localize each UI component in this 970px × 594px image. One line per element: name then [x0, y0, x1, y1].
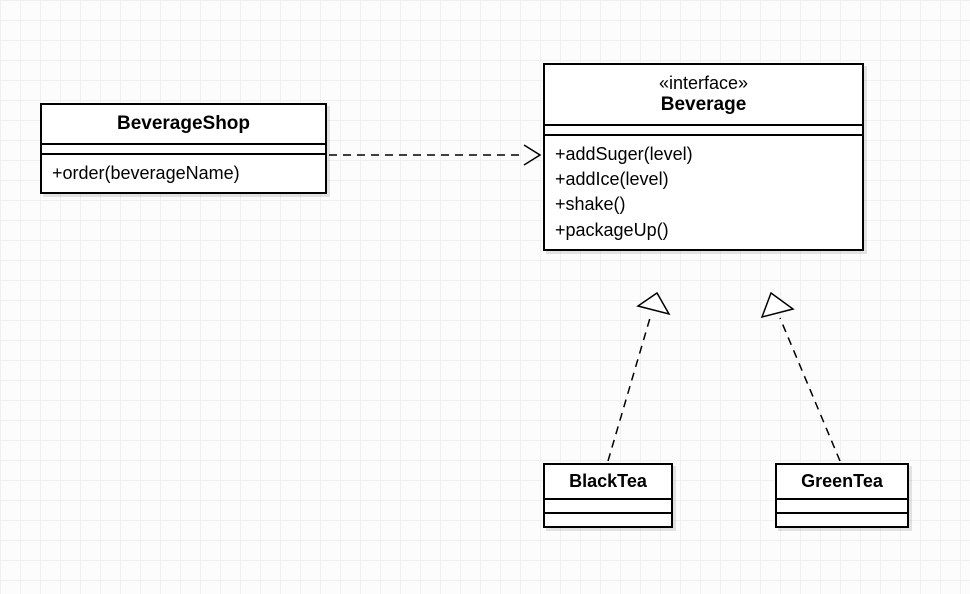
attributes-beverageshop [42, 145, 325, 155]
realization-blacktea-line [608, 318, 650, 461]
method-addice: +addIce(level) [555, 167, 852, 192]
attributes-blacktea [545, 500, 671, 514]
attributes-beverage [545, 126, 862, 136]
class-beverage: «interface» Beverage +addSuger(level) +a… [543, 63, 864, 251]
method-order: +order(beverageName) [52, 161, 315, 186]
methods-blacktea [545, 514, 671, 526]
class-title-greentea: GreenTea [801, 471, 883, 491]
realization-greentea-line [780, 318, 840, 461]
method-shake: +shake() [555, 192, 852, 217]
class-greentea: GreenTea [775, 463, 909, 528]
attributes-greentea [777, 500, 907, 514]
class-name-beverageshop: BeverageShop [42, 105, 325, 145]
class-title-beverageshop: BeverageShop [117, 113, 250, 134]
realization-blacktea-triangle [638, 293, 669, 314]
class-beverageshop: BeverageShop +order(beverageName) [40, 103, 327, 194]
method-addsuger: +addSuger(level) [555, 142, 852, 167]
method-packageup: +packageUp() [555, 218, 852, 243]
methods-beverage: +addSuger(level) +addIce(level) +shake()… [545, 136, 862, 249]
stereotype-beverage: «interface» [555, 73, 852, 94]
class-blacktea: BlackTea [543, 463, 673, 528]
class-name-greentea: GreenTea [777, 465, 907, 500]
class-title-blacktea: BlackTea [569, 471, 647, 491]
class-name-blacktea: BlackTea [545, 465, 671, 500]
methods-greentea [777, 514, 907, 526]
dependency-arrow [524, 145, 540, 165]
class-name-beverage: «interface» Beverage [545, 65, 862, 126]
realization-greentea-triangle [762, 293, 793, 317]
class-title-beverage: Beverage [661, 94, 747, 115]
methods-beverageshop: +order(beverageName) [42, 155, 325, 192]
